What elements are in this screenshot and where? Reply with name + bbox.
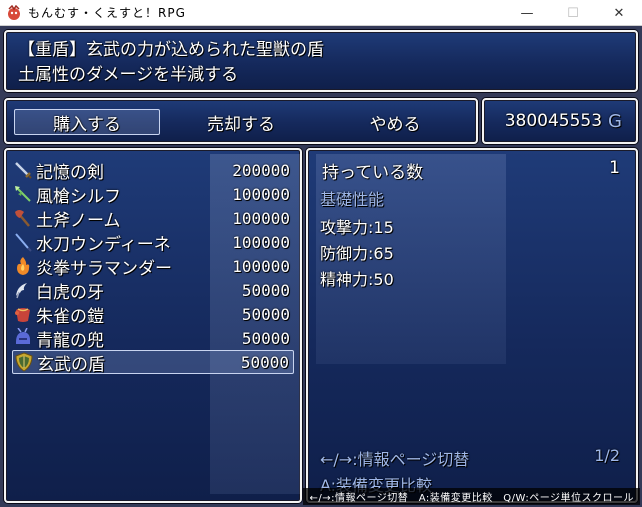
cancel-command[interactable]: やめる [322,109,468,135]
item-price: 100000 [232,208,290,228]
minimize-button[interactable]: — [504,0,550,26]
item-price: 50000 [240,352,289,372]
helmet-icon [12,327,34,349]
item-price: 100000 [232,232,290,252]
item-list-window: 記憶の剣 200000 風槍シルフ 100000 土斧ノーム 100000 水刀… [4,148,302,503]
app-icon [8,4,20,20]
item-name: 水刀ウンディーネ [36,234,171,255]
spirit-stat: 精神力:50 [320,270,394,289]
item-name: 炎拳サラマンダー [36,258,172,279]
item-name: 青龍の兜 [36,330,104,351]
item-price: 50000 [241,280,290,300]
item-row[interactable]: 記憶の剣 200000 [12,158,294,183]
sword-icon [12,159,34,181]
window-titlebar: もんむす・くえすと！RPG — ☐ ✕ [0,0,642,26]
shield-icon [13,351,35,373]
item-status-window: 持っている数 1 基礎性能 攻撃力:15 防御力:65 精神力:50 ←/→:情… [306,148,638,503]
item-name: 玄武の盾 [37,354,105,375]
item-price: 50000 [241,328,290,348]
gold-amount: 380045553 [504,111,603,131]
item-name: 土斧ノーム [36,210,121,231]
attack-stat: 攻撃力:15 [320,218,394,237]
shop-command-window: 購入する 売却する やめる [4,98,478,144]
help-window: 【重盾】玄武の力が込められた聖獣の盾 土属性のダメージを半減する [4,30,638,92]
control-hint-bar: ←/→:情報ページ切替 A:装備変更比較 Q/W:ページ単位スクロール [303,488,640,505]
fang-icon [12,279,34,301]
item-price: 100000 [232,184,290,204]
item-row[interactable]: 炎拳サラマンダー 100000 [12,254,294,279]
item-price: 50000 [241,304,290,324]
item-price: 200000 [232,160,290,180]
fist-icon [12,255,34,277]
game-screen: 【重盾】玄武の力が込められた聖獣の盾 土属性のダメージを半減する 購入する 売却… [0,26,642,507]
page-number: 1/2 [594,446,620,465]
window-title: もんむす・くえすと！RPG [28,6,186,20]
defense-stat: 防御力:65 [320,244,394,263]
axe-icon [12,207,34,229]
maximize-button[interactable]: ☐ [550,0,596,26]
spear-icon [12,183,34,205]
item-row[interactable]: 風槍シルフ 100000 [12,182,294,207]
item-row[interactable]: 朱雀の鎧 50000 [12,302,294,327]
gold-window: 380045553 G [482,98,638,144]
item-name: 記憶の剣 [36,162,104,183]
sell-command[interactable]: 売却する [168,109,314,135]
item-row[interactable]: 白虎の牙 50000 [12,278,294,303]
close-button[interactable]: ✕ [596,0,642,26]
basic-stats-label: 基礎性能 [320,190,385,209]
owned-count-value: 1 [609,158,620,178]
help-line-2: 土属性のダメージを半減する [18,65,239,85]
page-switch-hint: ←/→:情報ページ切替 [320,450,470,469]
item-price: 100000 [232,256,290,276]
item-row[interactable]: 水刀ウンディーネ 100000 [12,230,294,255]
item-name: 朱雀の鎧 [36,306,104,327]
item-name: 白虎の牙 [36,282,104,303]
owned-count-label: 持っている数 [322,163,424,183]
item-row-selected[interactable]: 玄武の盾 50000 [12,350,294,375]
katana-icon [12,231,34,253]
armor-icon [12,303,34,325]
item-row[interactable]: 青龍の兜 50000 [12,326,294,351]
help-line-1: 【重盾】玄武の力が込められた聖獣の盾 [18,40,324,60]
item-row[interactable]: 土斧ノーム 100000 [12,206,294,231]
buy-command[interactable]: 購入する [14,109,160,135]
gold-unit: G [608,110,622,132]
item-name: 風槍シルフ [36,186,121,207]
